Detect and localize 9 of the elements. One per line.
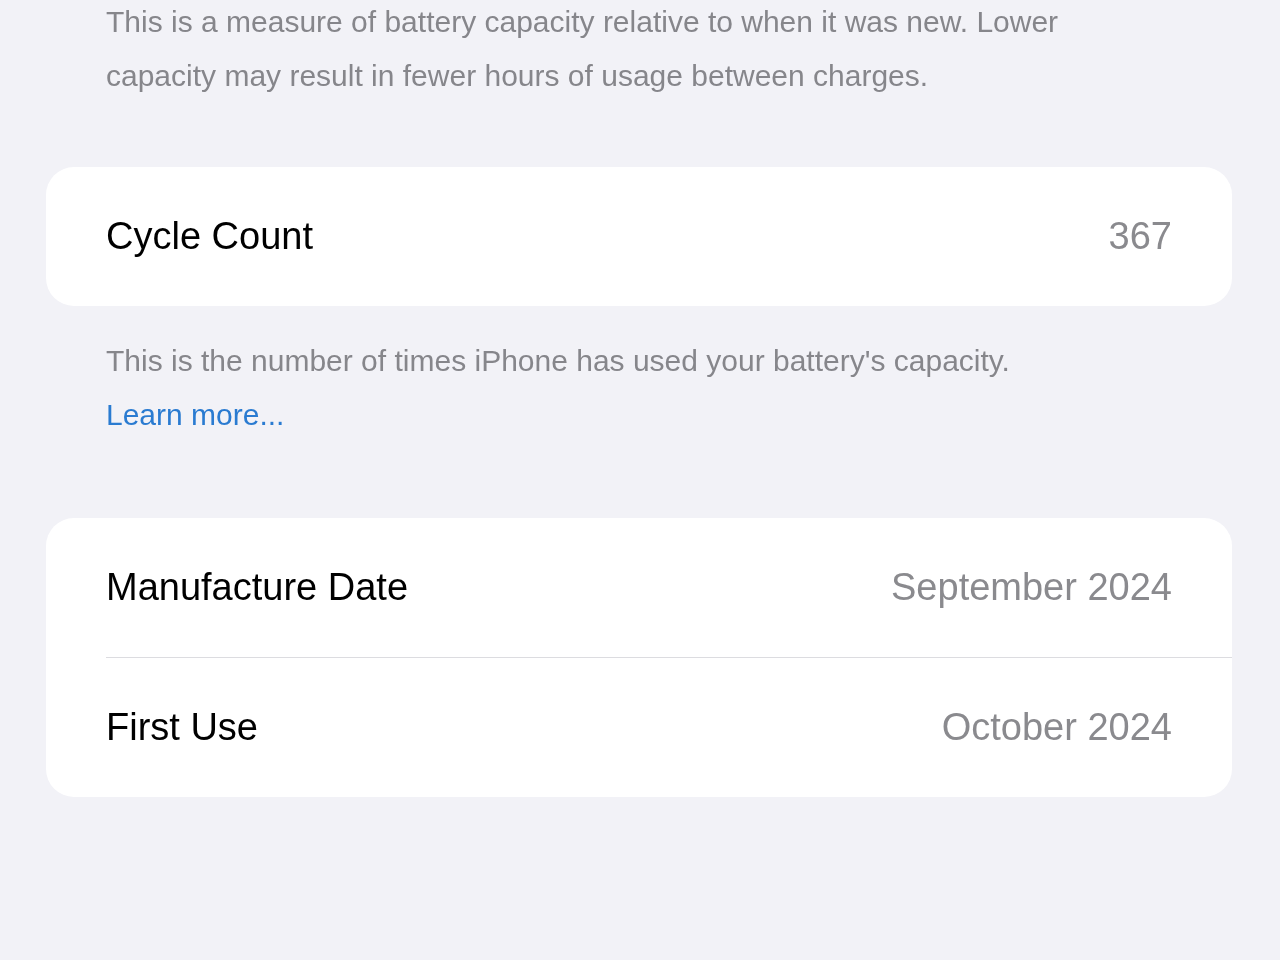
cycle-description: This is the number of times iPhone has used your battery's capacity. Learn more... <box>105 343 1011 433</box>
row-label: First Use <box>106 706 258 749</box>
row-value: 367 <box>1108 215 1172 258</box>
learn-more-link[interactable]: Learn more... <box>106 398 285 431</box>
row-label: Cycle Count <box>106 215 313 258</box>
capacity-description: This is a measure of battery capacity relative to when it was new. Lower capacity may result in fewer hours of usage between charges. <box>105 4 1060 94</box>
row-value: October 2024 <box>941 706 1172 749</box>
row-value: September 2024 <box>891 566 1172 609</box>
row-label: Manufacture Date <box>106 566 409 609</box>
